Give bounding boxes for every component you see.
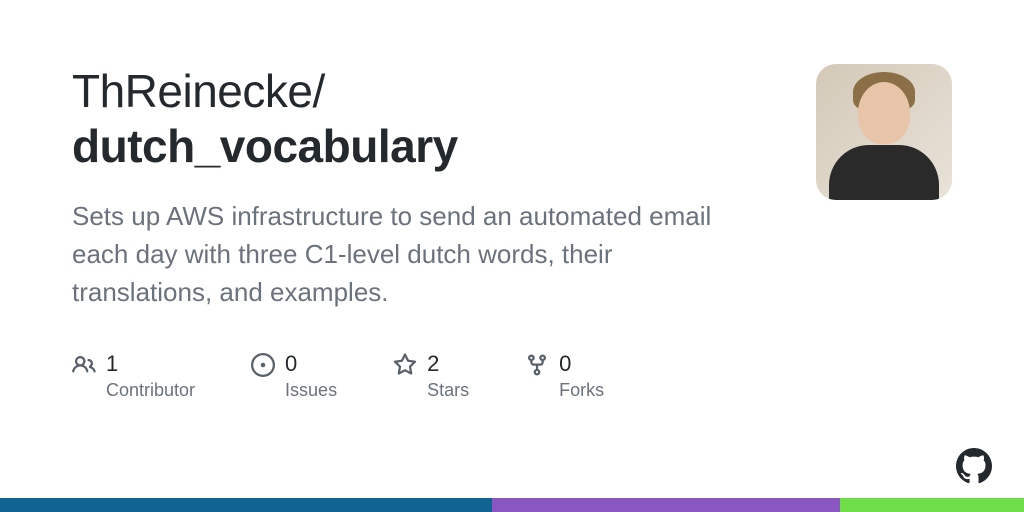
forks-value: 0 bbox=[559, 351, 604, 377]
issues-value: 0 bbox=[285, 351, 337, 377]
contributors-value: 1 bbox=[106, 351, 195, 377]
fork-icon bbox=[525, 353, 549, 377]
contributors-stat[interactable]: 1 Contributor bbox=[72, 351, 195, 400]
repo-title: ThReinecke/ dutch_vocabulary bbox=[72, 64, 776, 174]
owner-name[interactable]: ThReinecke/ bbox=[72, 65, 325, 117]
issues-stat[interactable]: 0 Issues bbox=[251, 351, 337, 400]
stats-row: 1 Contributor 0 Issues 2 Stars bbox=[72, 351, 776, 400]
issue-icon bbox=[251, 353, 275, 377]
repo-name[interactable]: dutch_vocabulary bbox=[72, 119, 776, 174]
stars-value: 2 bbox=[427, 351, 469, 377]
avatar-image bbox=[816, 64, 952, 200]
github-logo-icon[interactable] bbox=[956, 448, 992, 484]
people-icon bbox=[72, 353, 96, 377]
stars-label: Stars bbox=[427, 380, 469, 401]
repo-description: Sets up AWS infrastructure to send an au… bbox=[72, 198, 732, 311]
forks-label: Forks bbox=[559, 380, 604, 401]
avatar[interactable] bbox=[816, 64, 952, 200]
language-color-bar bbox=[0, 498, 1024, 512]
stars-stat[interactable]: 2 Stars bbox=[393, 351, 469, 400]
lang-seg-2 bbox=[492, 498, 840, 512]
lang-seg-1 bbox=[0, 498, 492, 512]
issues-label: Issues bbox=[285, 380, 337, 401]
forks-stat[interactable]: 0 Forks bbox=[525, 351, 604, 400]
lang-seg-3 bbox=[840, 498, 1024, 512]
contributors-label: Contributor bbox=[106, 380, 195, 401]
star-icon bbox=[393, 353, 417, 377]
